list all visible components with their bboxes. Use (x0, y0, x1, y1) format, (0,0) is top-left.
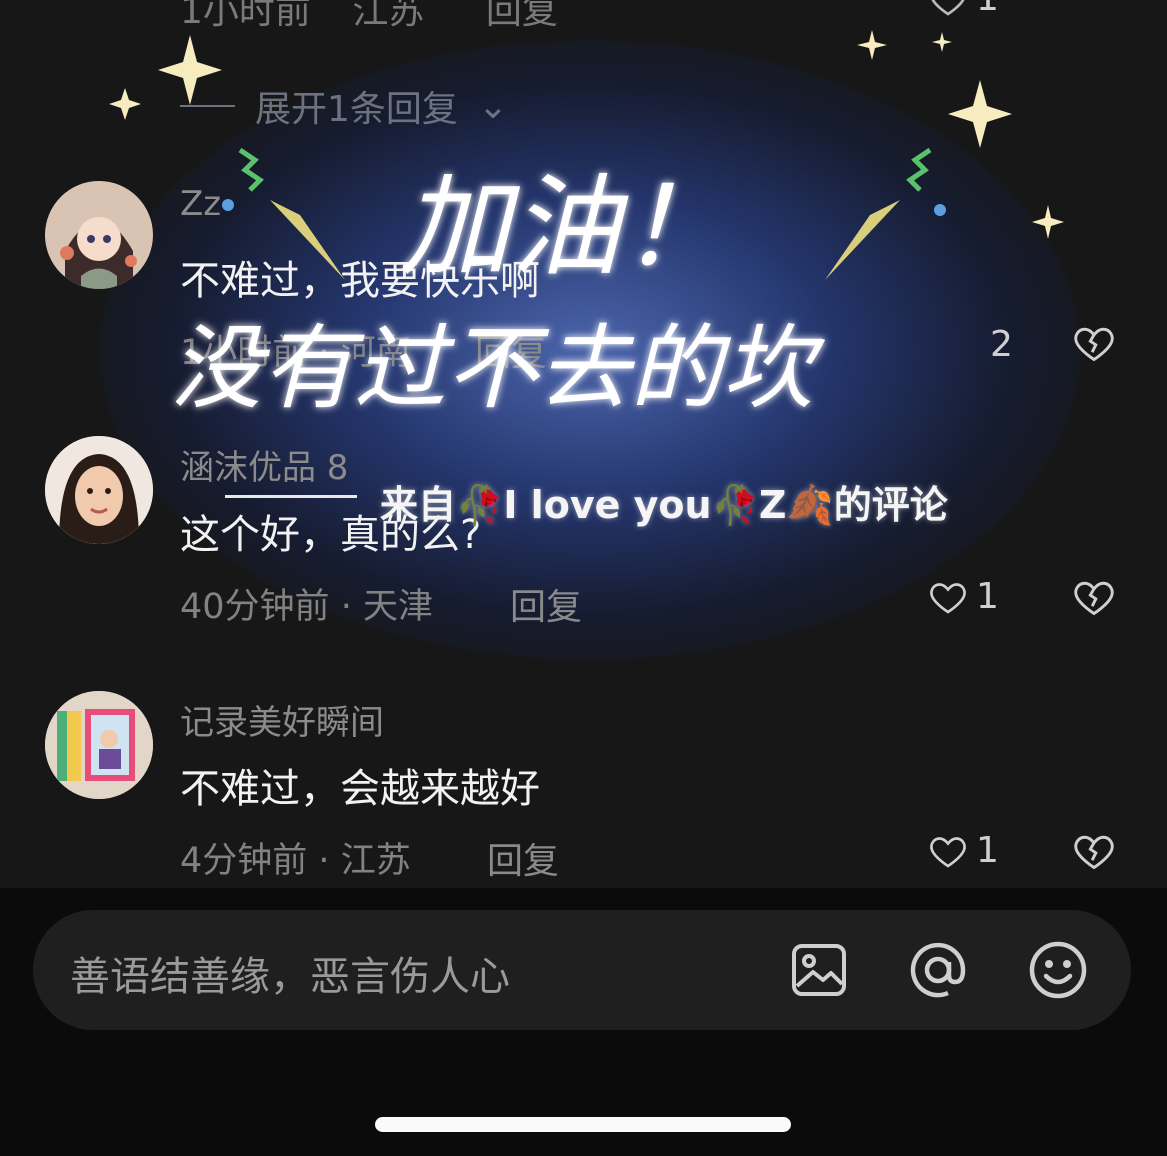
comment-text: 不难过，会越来越好 (180, 766, 540, 812)
avatar-photo-icon (45, 691, 153, 799)
heart-icon (931, 0, 965, 16)
like-button[interactable]: 2 (928, 324, 1013, 365)
home-indicator[interactable] (375, 1117, 791, 1132)
top-comment-like-button[interactable]: 1 (928, 0, 999, 19)
like-button[interactable]: 1 (928, 830, 999, 871)
top-comment-location: 江苏 (352, 0, 425, 32)
emoji-icon[interactable] (1028, 940, 1088, 1000)
image-icon[interactable] (789, 940, 849, 1000)
comment-location: 江苏 (340, 841, 411, 881)
comment-input[interactable]: 善语结善缘，恶言伤人心 (70, 944, 510, 1002)
top-comment-like-count: 1 (976, 0, 999, 19)
reply-button[interactable]: 回复 (487, 832, 559, 884)
top-comment-time: 1小时前 (180, 0, 311, 32)
avatar[interactable] (45, 691, 153, 799)
reply-button[interactable]: 回复 (510, 578, 582, 630)
broken-heart-icon[interactable] (1072, 321, 1116, 365)
comment-text: 不难过，我要快乐啊 (180, 258, 540, 304)
comment-list[interactable]: 1小时前 江苏 回复 1 展开1条回复 ⌄ Zz 不难过，我要快乐啊 1小时前 … (0, 0, 1167, 888)
avatar[interactable] (45, 436, 153, 544)
comment-meta: 40分钟前 · 天津 (180, 578, 433, 629)
broken-heart-icon[interactable] (1072, 575, 1116, 619)
comment-meta: 1小时前 · 河南 (180, 324, 411, 375)
broken-heart-icon[interactable] (1072, 829, 1116, 873)
comment-location: 天津 (362, 587, 433, 627)
sticker-source[interactable]: 来自🥀I love you🥀Z🍂的评论 (380, 474, 948, 529)
comment-time: 4分钟前 (180, 841, 308, 881)
avatar[interactable] (45, 181, 153, 289)
avatar-illustration-icon (45, 181, 153, 289)
like-count: 2 (990, 324, 1013, 365)
like-count: 1 (976, 830, 999, 871)
reply-button[interactable]: 回复 (475, 324, 547, 376)
expand-replies-label: 展开1条回复 (255, 89, 458, 130)
top-comment-meta: 1小时前 江苏 回复 (180, 0, 558, 34)
expand-divider (180, 105, 235, 107)
comment-username[interactable]: 记录美好瞬间 (180, 695, 384, 744)
avatar-photo-icon (45, 436, 153, 544)
at-mention-icon[interactable] (908, 940, 968, 1000)
heart-icon (930, 836, 966, 868)
meta-separator: · (318, 841, 330, 881)
comment-username[interactable]: Zz (180, 184, 221, 224)
expand-replies-link[interactable]: 展开1条回复 ⌄ (180, 80, 508, 132)
meta-separator: · (318, 333, 330, 373)
top-comment-reply[interactable]: 回复 (486, 0, 558, 32)
comment-username[interactable]: 涵沫优品 8 (180, 440, 348, 489)
chevron-down-icon: ⌄ (477, 85, 509, 127)
from-divider (225, 495, 357, 498)
comment-time: 1小时前 (180, 333, 308, 373)
comment-time: 40分钟前 (180, 587, 330, 627)
meta-separator: · (340, 587, 352, 627)
comment-meta: 4分钟前 · 江苏 (180, 832, 411, 883)
comment-location: 河南 (340, 333, 411, 373)
heart-icon (930, 582, 966, 614)
like-button[interactable]: 1 (928, 576, 999, 617)
like-count: 1 (976, 576, 999, 617)
